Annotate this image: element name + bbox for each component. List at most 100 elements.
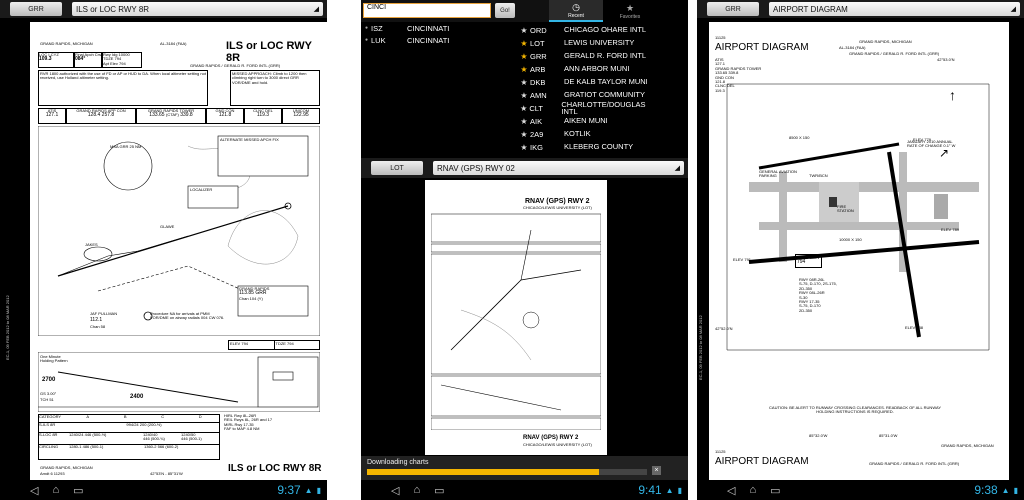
atis-freq: 127.1 xyxy=(45,112,59,119)
star-filled-icon[interactable]: ★ xyxy=(518,65,530,74)
star-empty-icon[interactable]: ★ xyxy=(518,26,530,35)
recent-list: ★ ORD CHICAGO OHARE INTL ★ LOT LEWIS UNIVERSI… xyxy=(518,24,658,158)
home-icon[interactable]: ⌂ xyxy=(749,484,756,497)
airport-code-button[interactable]: GRR xyxy=(10,2,62,16)
lighting-notes: HIRL Rwy 8L-26R REIL Rwys 8L, 26R and 17… xyxy=(224,413,320,432)
recent-item[interactable]: ★ GRR GERALD R. FORD INTL xyxy=(518,50,658,62)
recent-item-name: ANN ARBOR MUNI xyxy=(564,64,630,74)
close-icon[interactable]: × xyxy=(652,466,661,475)
side-date: EC-1, 09 FEB 2012 to 08 MAR 2012 xyxy=(698,315,703,380)
footer-airport: GRAND RAPIDS / GERALD R. FORD INTL (GRR) xyxy=(869,461,960,466)
app-con-box: GRAND RAPIDS APP CON 128.4 257.8 xyxy=(66,108,136,124)
star-empty-icon[interactable]: ★ xyxy=(518,78,530,87)
chart-selector[interactable]: ILS or LOC RWY 8R ◢ xyxy=(72,2,323,16)
recent-item-code: DKB xyxy=(530,77,546,87)
plate-city: GRAND RAPIDS, MICHIGAN xyxy=(40,41,93,46)
back-icon[interactable]: ◁ xyxy=(30,484,38,497)
approach-plate-2: RNAV (GPS) RWY 2 CHICAGO/LEWIS UNIVERSIT… xyxy=(425,180,607,455)
plate-footer-airport: CHICAGO/LEWIS UNIVERSITY (LOT) xyxy=(523,442,592,447)
gr-vor-ch: Chan 104 (Y) xyxy=(239,296,263,302)
loc-freq-box: LOC I-CYZ 109.3 xyxy=(38,52,74,68)
recent-item[interactable]: ★ ORD CHICAGO OHARE INTL xyxy=(518,24,658,36)
top-bar: GRR AIRPORT DIAGRAM ◢ xyxy=(697,0,1024,18)
star-empty-icon[interactable]: ★ xyxy=(518,91,530,100)
recent-item[interactable]: ★ CLT CHARLOTTE/DOUGLAS INTL xyxy=(518,100,658,115)
status-area: 9:38 ▲ ▮ xyxy=(974,483,1018,497)
star-empty-icon[interactable]: ★ xyxy=(518,143,530,152)
field-elev-value: 794 xyxy=(797,259,806,266)
lon-right: 85°31.0'W xyxy=(879,433,898,438)
caution-note: CAUTION: BE ALERT TO RUNWAY CROSSING CLE… xyxy=(769,405,941,415)
recent-item[interactable]: ★ ARB ANN ARBOR MUNI xyxy=(518,63,658,75)
bullet-icon: ● xyxy=(365,25,369,31)
lon-left: 85°32.0'W xyxy=(809,433,828,438)
s-ils-label: S-ILS 8R xyxy=(39,422,56,427)
tab-recent-label: Recent xyxy=(568,12,584,19)
recent-item[interactable]: ★ 2A9 KOTLIK xyxy=(518,128,658,140)
gs-angle: GS 3.00° xyxy=(40,391,57,396)
home-icon[interactable]: ⌂ xyxy=(52,484,59,497)
star-empty-icon[interactable]: ★ xyxy=(518,117,530,126)
wifi-icon: ▲ xyxy=(665,485,674,495)
chart-selector-label: RNAV (GPS) RWY 02 xyxy=(437,163,515,173)
lat-bottom: 42°52.0'N xyxy=(715,326,733,331)
bullet-icon: ● xyxy=(365,37,369,43)
lat-top: 42°53.0'N xyxy=(937,57,955,62)
search-input[interactable]: CINCI xyxy=(363,3,491,18)
atis-box: ATIS 127.1 xyxy=(38,108,66,124)
recent-item-name: DE KALB TAYLOR MUNI xyxy=(564,77,648,87)
recent-item-code: ARB xyxy=(530,64,546,74)
chart-selector[interactable]: AIRPORT DIAGRAM ◢ xyxy=(769,2,1020,16)
tab-favorites[interactable]: ★ Favorites xyxy=(603,0,657,22)
dropdown-arrow-icon: ◢ xyxy=(1010,6,1016,13)
dropdown-arrow-icon: ◢ xyxy=(674,165,680,172)
chart-selector[interactable]: RNAV (GPS) RWY 02 ◢ xyxy=(433,161,684,175)
elev-box: Rwy Idg 10000 TDZE 794 Apt Elev 794 xyxy=(102,52,142,68)
svg-text:↑: ↑ xyxy=(949,87,956,103)
recent-item[interactable]: ★ AIK AIKEN MUNI xyxy=(518,115,658,127)
star-filled-icon[interactable]: ★ xyxy=(518,39,530,48)
airport-code-button[interactable]: LOT xyxy=(371,161,423,175)
plate-title: RNAV (GPS) RWY 2 xyxy=(525,198,590,205)
recent-item[interactable]: ★ LOT LEWIS UNIVERSITY xyxy=(518,37,658,49)
recent-item[interactable]: ★ DKB DE KALB TAYLOR MUNI xyxy=(518,76,658,88)
s-loc-ab-haa: 446 (500-½) xyxy=(84,432,107,437)
recent-apps-icon[interactable]: ▭ xyxy=(73,484,83,497)
tower-freq: 133.65 xyxy=(149,112,165,119)
plate-airport: GRAND RAPIDS / GERALD R. FORD INTL (GRR) xyxy=(849,51,940,56)
home-icon[interactable]: ⌂ xyxy=(413,484,420,497)
plate-title: AIRPORT DIAGRAM xyxy=(715,42,809,53)
footer-city: GRAND RAPIDS, MICHIGAN xyxy=(40,465,93,470)
airport-code-button[interactable]: GRR xyxy=(707,2,759,16)
footer-title: AIRPORT DIAGRAM xyxy=(715,456,809,467)
clnc-del-freq: 119.3 xyxy=(256,112,270,119)
notes-box: RVR 1800 authorized with the use of FD o… xyxy=(38,70,208,106)
recent-apps-icon[interactable]: ▭ xyxy=(434,484,444,497)
star-empty-icon[interactable]: ★ xyxy=(518,130,530,139)
download-progress: Downloading charts × xyxy=(361,456,688,480)
s-loc-ab-da: 1240/24 xyxy=(69,432,84,437)
result-item[interactable]: ● ISZ CINCINNATI xyxy=(361,22,511,34)
gnd-con-freq: 121.8 xyxy=(218,112,232,119)
result-item[interactable]: ● LUK CINCINNATI xyxy=(361,34,511,46)
tab-recent[interactable]: ◷ Recent xyxy=(549,0,603,22)
clock: 9:38 xyxy=(974,483,998,497)
elev-d: ELEV 788 xyxy=(905,325,924,330)
missed-approach-box: MISSED APPROACH: Climb to 1200 then clim… xyxy=(230,70,320,106)
star-empty-icon[interactable]: ★ xyxy=(518,104,529,113)
airport-diagram-plate: 11125 AIRPORT DIAGRAM GRAND RAPIDS, MICH… xyxy=(709,22,1009,480)
battery-icon: ▮ xyxy=(1013,485,1018,495)
result-code: ISZ xyxy=(371,23,383,33)
back-icon[interactable]: ◁ xyxy=(391,484,399,497)
back-icon[interactable]: ◁ xyxy=(727,484,735,497)
recent-item-name: CHICAGO OHARE INTL xyxy=(564,25,647,35)
recent-item[interactable]: ★ IKG KLEBERG COUNTY xyxy=(518,141,658,153)
go-button[interactable]: Go! xyxy=(495,3,515,18)
profile-alt-2700: 2700 xyxy=(42,377,56,383)
star-filled-icon[interactable]: ★ xyxy=(518,52,530,61)
recent-item-name: KLEBERG COUNTY xyxy=(564,142,634,152)
plate-title: ILS or LOC RWY 8R xyxy=(226,40,312,64)
battery-icon: ▮ xyxy=(316,485,321,495)
recent-apps-icon[interactable]: ▭ xyxy=(770,484,780,497)
category-label: CATEGORY xyxy=(39,414,62,419)
